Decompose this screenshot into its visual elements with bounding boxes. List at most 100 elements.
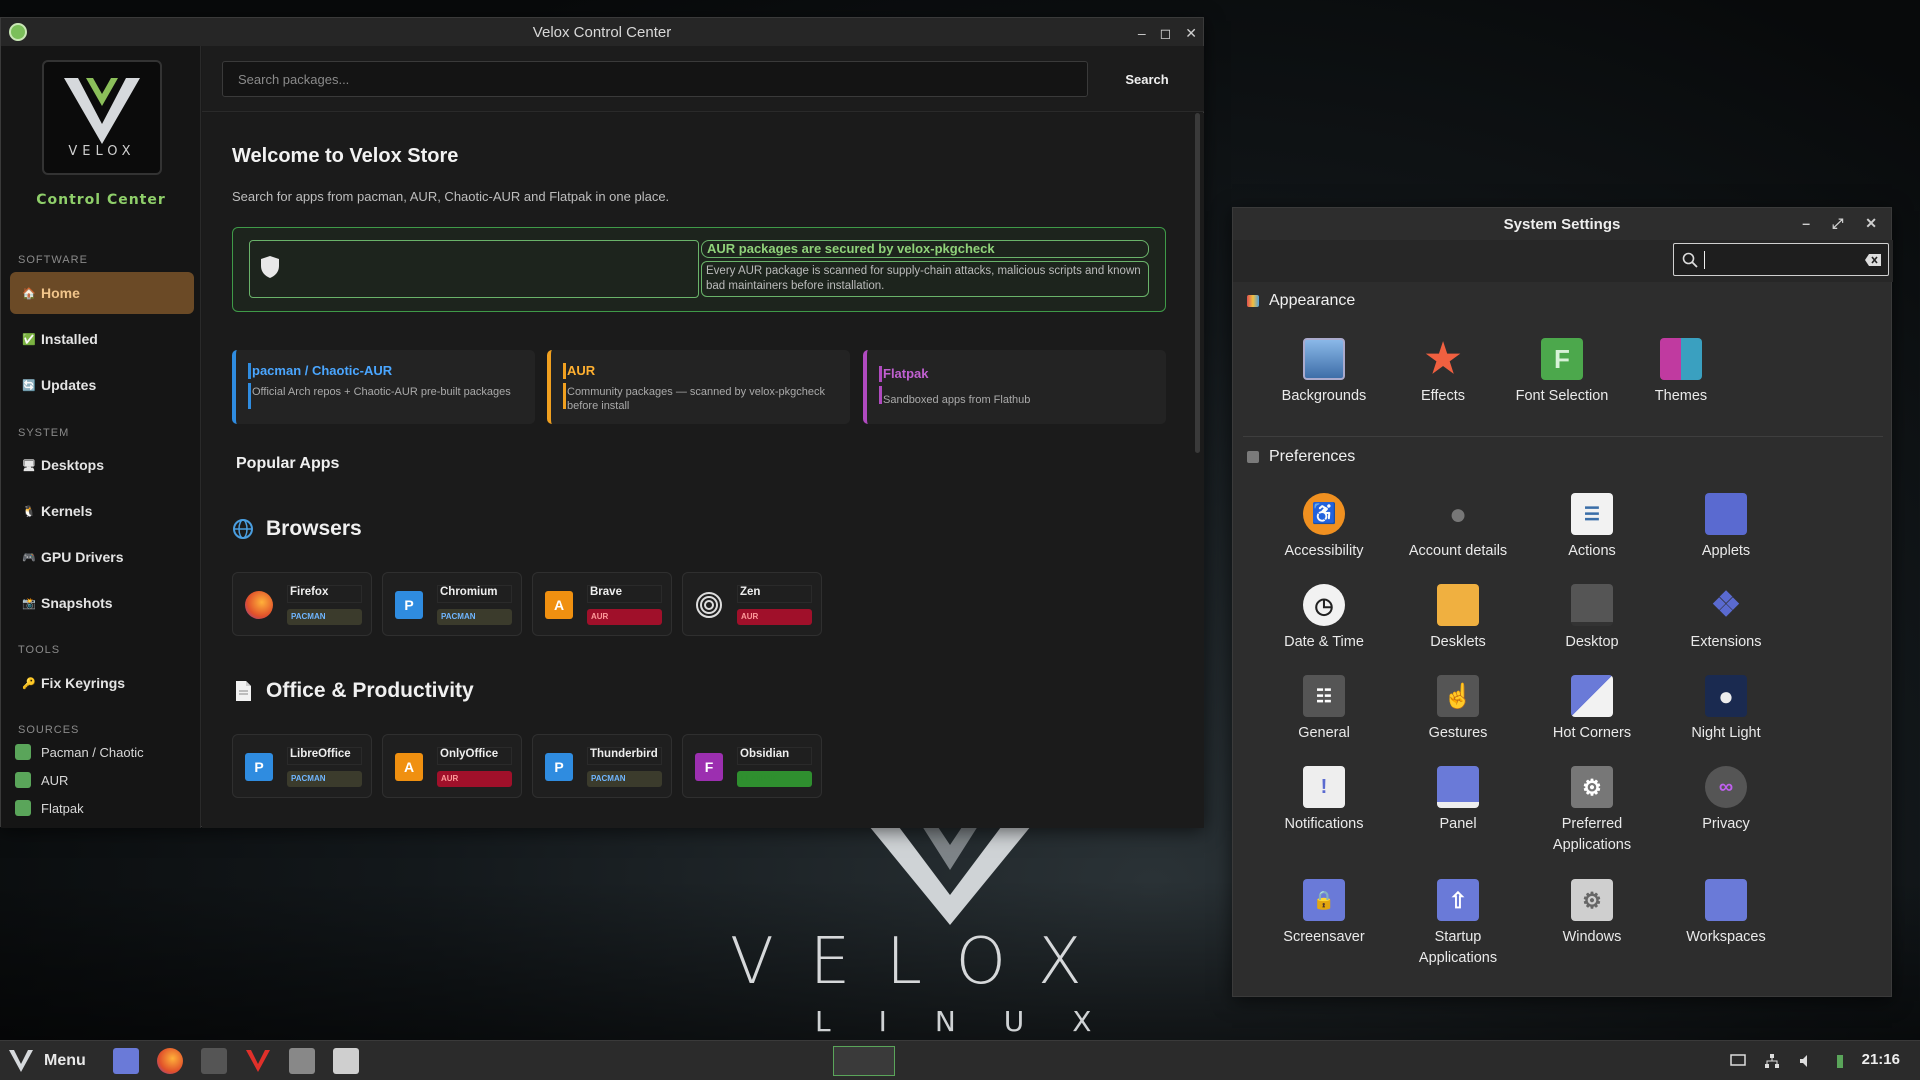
velox-launcher-icon[interactable]: [245, 1048, 271, 1074]
group-title: Appearance: [1269, 292, 1356, 309]
maximize-icon[interactable]: ◻: [1160, 25, 1172, 42]
setting-label: Extensions: [1690, 634, 1762, 650]
setting-effects[interactable]: ★ Effects: [1376, 338, 1510, 407]
display-icon[interactable]: [1730, 1053, 1746, 1069]
card-accent: [563, 363, 566, 379]
setting-desklets[interactable]: Desklets: [1391, 584, 1525, 653]
setting-label: Actions: [1568, 543, 1616, 559]
setting-font-selection[interactable]: F Font Selection: [1495, 338, 1629, 407]
settings-search-input[interactable]: [1673, 243, 1889, 276]
logo-word: VELOX: [68, 144, 136, 159]
source-card-aur[interactable]: AUR Community packages — scanned by velo…: [547, 350, 850, 424]
setting-windows[interactable]: ⚙ Windows: [1525, 879, 1659, 948]
source-flatpak[interactable]: Flatpak: [15, 800, 84, 816]
minimize-icon[interactable]: –: [1138, 25, 1146, 41]
app-card-brave[interactable]: A Brave AUR: [532, 572, 672, 636]
setting-label: Desklets: [1430, 634, 1486, 650]
nav-installed[interactable]: ✅ Installed: [10, 318, 194, 360]
setting-preferred-applications[interactable]: ⚙ Preferred Applications: [1525, 766, 1659, 856]
files-launcher-icon[interactable]: [113, 1048, 139, 1074]
velox-titlebar[interactable]: Velox Control Center – ◻ ✕: [1, 18, 1203, 46]
nav-home[interactable]: 🏠 Home: [10, 272, 194, 314]
font-icon: F: [1541, 338, 1583, 380]
setting-extensions[interactable]: ❖ Extensions: [1659, 584, 1793, 653]
nav-gpu-drivers[interactable]: 🎮 GPU Drivers: [10, 536, 194, 578]
menu-button[interactable]: Menu: [8, 1041, 86, 1080]
clock[interactable]: 21:16: [1862, 1051, 1900, 1068]
close-icon[interactable]: ✕: [1185, 25, 1197, 42]
setting-account-details[interactable]: ● Account details: [1391, 493, 1525, 562]
source-aur[interactable]: AUR: [15, 772, 68, 788]
workspace-switcher[interactable]: [833, 1046, 895, 1076]
app-card-thunderbird[interactable]: P Thunderbird PACMAN: [532, 734, 672, 798]
actions-icon: ☰: [1571, 493, 1613, 535]
setting-desktop[interactable]: Desktop: [1525, 584, 1659, 653]
setting-screensaver[interactable]: 🔒 Screensaver: [1257, 879, 1391, 948]
calculator-launcher-icon[interactable]: [289, 1048, 315, 1074]
terminal-launcher-icon[interactable]: [201, 1048, 227, 1074]
themes-icon: [1660, 338, 1702, 380]
setting-label: Themes: [1654, 388, 1708, 404]
nav-snapshots[interactable]: 📸 Snapshots: [10, 582, 194, 624]
search-input[interactable]: [222, 61, 1088, 97]
setting-gestures[interactable]: ☝ Gestures: [1391, 675, 1525, 744]
battery-icon[interactable]: [1832, 1053, 1848, 1069]
scrollbar[interactable]: [1195, 113, 1200, 453]
source-card-flatpak[interactable]: Flatpak Sandboxed apps from Flathub: [863, 350, 1166, 424]
setting-backgrounds[interactable]: Backgrounds: [1257, 338, 1391, 407]
setting-startup-applications[interactable]: ⇧ Startup Applications: [1391, 879, 1525, 969]
nav-kernels[interactable]: 🐧 Kernels: [10, 490, 194, 532]
setting-label: Notifications: [1284, 816, 1364, 832]
sliders-icon: ☷: [1303, 675, 1345, 717]
source-toggle[interactable]: [15, 800, 31, 816]
setting-date-time[interactable]: ◷ Date & Time: [1257, 584, 1391, 653]
window-title: Velox Control Center: [532, 23, 672, 41]
setting-notifications[interactable]: ! Notifications: [1257, 766, 1391, 835]
app-card-firefox[interactable]: Firefox PACMAN: [232, 572, 372, 636]
security-text: Every AUR package is scanned for supply-…: [701, 261, 1149, 297]
app-card-onlyoffice[interactable]: A OnlyOffice AUR: [382, 734, 522, 798]
setting-night-light[interactable]: ● Night Light: [1659, 675, 1793, 744]
app-card-libreoffice[interactable]: P LibreOffice PACMAN: [232, 734, 372, 798]
app-card-obsidian[interactable]: F Obsidian FLATPAK: [682, 734, 822, 798]
setting-panel[interactable]: Panel: [1391, 766, 1525, 835]
setting-hot-corners[interactable]: Hot Corners: [1525, 675, 1659, 744]
nav-desktops[interactable]: 🖥 Desktops: [10, 444, 194, 486]
setting-accessibility[interactable]: ♿ Accessibility: [1257, 493, 1391, 562]
setting-applets[interactable]: Applets: [1659, 493, 1793, 562]
package-icon: P: [395, 591, 423, 619]
restore-icon[interactable]: ⤢: [1832, 215, 1843, 232]
setting-actions[interactable]: ☰ Actions: [1525, 493, 1659, 562]
setting-label: Night Light: [1691, 725, 1761, 741]
source-toggle[interactable]: [15, 772, 31, 788]
setting-privacy[interactable]: ∞ Privacy: [1659, 766, 1793, 835]
setting-general[interactable]: ☷ General: [1257, 675, 1391, 744]
popular-heading: Popular Apps: [236, 455, 340, 472]
clear-icon[interactable]: [1864, 253, 1882, 267]
document-launcher-icon[interactable]: [333, 1048, 359, 1074]
card-accent: [248, 383, 251, 409]
card-accent: [879, 366, 882, 382]
setting-themes[interactable]: Themes: [1614, 338, 1748, 407]
network-icon[interactable]: [1764, 1053, 1780, 1069]
search-button[interactable]: Search: [1107, 61, 1187, 97]
settings-titlebar[interactable]: System Settings – ⤢ ✕: [1233, 208, 1891, 240]
app-card-zen[interactable]: Zen AUR: [682, 572, 822, 636]
source-toggle[interactable]: [15, 744, 31, 760]
firefox-launcher-icon[interactable]: [157, 1048, 183, 1074]
sidebar: VELOX Control Center SOFTWARE 🏠 Home ✅ Ins…: [1, 46, 201, 828]
nav-updates[interactable]: 🔄 Updates: [10, 364, 194, 406]
nav-fix-keyrings[interactable]: 🔑 Fix Keyrings: [10, 662, 194, 704]
source-card-pacman[interactable]: pacman / Chaotic-AUR Official Arch repos…: [232, 350, 535, 424]
volume-icon[interactable]: [1798, 1053, 1814, 1069]
minimize-icon[interactable]: –: [1802, 215, 1810, 231]
section-system: SYSTEM: [18, 427, 70, 439]
app-card-chromium[interactable]: P Chromium PACMAN: [382, 572, 522, 636]
source-label: AUR: [41, 772, 69, 788]
source-pacman[interactable]: Pacman / Chaotic: [15, 744, 144, 760]
setting-label: Date & Time: [1284, 634, 1364, 650]
setting-workspaces[interactable]: Workspaces: [1659, 879, 1793, 948]
appearance-icon: [1247, 295, 1259, 307]
package-icon: A: [545, 591, 573, 619]
close-icon[interactable]: ✕: [1865, 215, 1877, 232]
